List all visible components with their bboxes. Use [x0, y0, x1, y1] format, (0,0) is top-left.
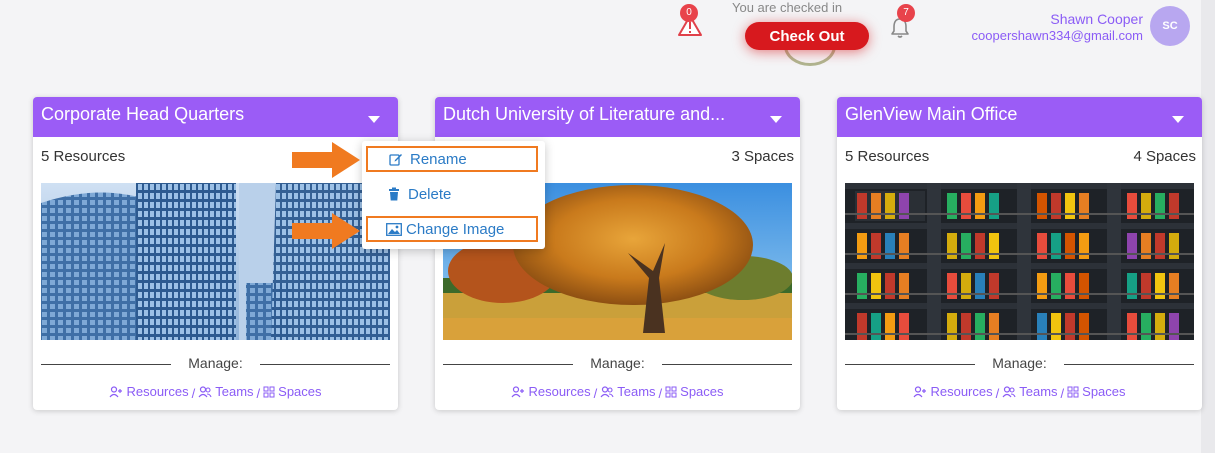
spaces-link-label: Spaces: [1082, 384, 1126, 399]
change-image-label: Change Image: [406, 220, 505, 238]
card-image: [845, 183, 1194, 340]
user-email: coopershawn334@gmail.com: [971, 28, 1143, 43]
manage-divider: Manage:: [443, 355, 792, 373]
resources-link-label: Resources: [930, 384, 993, 399]
spaces-count: 3 Spaces: [731, 148, 794, 165]
arrow-pointer-icon: [292, 213, 360, 249]
caret-down-icon[interactable]: [368, 116, 380, 123]
users-icon: [1002, 385, 1016, 397]
resources-link-label: Resources: [126, 384, 189, 399]
resources-link[interactable]: Resources: [109, 384, 189, 399]
trash-icon: [386, 186, 402, 202]
rename-label: Rename: [410, 150, 467, 168]
link-separator: /: [256, 385, 261, 401]
teams-link-label: Teams: [617, 384, 656, 399]
grid-icon: [263, 386, 275, 397]
card-title: Corporate Head Quarters: [41, 104, 245, 124]
spaces-link-label: Spaces: [278, 384, 322, 399]
manage-divider: Manage:: [845, 355, 1194, 373]
resources-link[interactable]: Resources: [511, 384, 591, 399]
arrow-pointer-icon: [292, 142, 360, 178]
user-name[interactable]: Shawn Cooper: [1050, 11, 1143, 27]
caret-down-icon[interactable]: [1172, 116, 1184, 123]
rename-menu-item[interactable]: Rename: [366, 146, 538, 172]
alerts-button[interactable]: 0: [677, 4, 703, 38]
manage-links: Resources / Teams / Spaces: [837, 384, 1202, 401]
spaces-link[interactable]: Spaces: [665, 384, 724, 399]
grid-icon: [1067, 386, 1079, 397]
spaces-link[interactable]: Spaces: [263, 384, 322, 399]
teams-link[interactable]: Teams: [198, 384, 254, 399]
link-separator: /: [191, 385, 196, 401]
colorful-building-doors-image: [845, 183, 1194, 340]
users-icon: [600, 385, 614, 397]
card-image: [41, 183, 390, 340]
image-icon: [386, 221, 402, 237]
delete-menu-item[interactable]: Delete: [366, 181, 538, 207]
location-card-3: GlenView Main Office 5 Resources 4 Space…: [837, 97, 1202, 410]
card-header: Dutch University of Literature and...: [435, 97, 800, 137]
link-separator: /: [593, 385, 598, 401]
caret-down-icon[interactable]: [770, 116, 782, 123]
resources-count: 5 Resources: [41, 148, 126, 165]
notifications-button[interactable]: 7: [888, 4, 915, 40]
manage-links: Resources / Teams / Spaces: [435, 384, 800, 401]
resources-count: 5 Resources: [845, 148, 930, 165]
spaces-link[interactable]: Spaces: [1067, 384, 1126, 399]
card-header: GlenView Main Office: [837, 97, 1202, 137]
spaces-link-label: Spaces: [680, 384, 724, 399]
user-plus-icon: [914, 385, 927, 397]
teams-link[interactable]: Teams: [600, 384, 656, 399]
link-separator: /: [995, 385, 1000, 401]
checkin-status: You are checked in: [732, 0, 843, 15]
card-header: Corporate Head Quarters: [33, 97, 398, 137]
resources-link[interactable]: Resources: [913, 384, 993, 399]
resources-link-label: Resources: [528, 384, 591, 399]
avatar[interactable]: SC: [1150, 6, 1190, 46]
change-image-menu-item[interactable]: Change Image: [366, 216, 538, 242]
manage-links: Resources / Teams / Spaces: [33, 384, 398, 401]
manage-label: Manage:: [590, 355, 645, 371]
grid-icon: [665, 386, 677, 397]
office-buildings-image: [41, 183, 390, 340]
link-separator: /: [658, 385, 663, 401]
manage-label: Manage:: [188, 355, 243, 371]
manage-label: Manage:: [992, 355, 1047, 371]
delete-label: Delete: [408, 185, 452, 203]
link-separator: /: [1060, 385, 1065, 401]
check-out-button[interactable]: Check Out: [745, 22, 869, 50]
user-plus-icon: [512, 385, 525, 397]
manage-divider: Manage:: [41, 355, 390, 373]
edit-icon: [388, 151, 404, 167]
page-scrollbar[interactable]: [1201, 0, 1215, 453]
teams-link[interactable]: Teams: [1002, 384, 1058, 399]
card-options-menu: Rename Delete Change Image: [362, 141, 545, 249]
card-title: GlenView Main Office: [845, 104, 1018, 124]
users-icon: [198, 385, 212, 397]
teams-link-label: Teams: [1019, 384, 1058, 399]
alerts-count-badge: 0: [680, 4, 698, 22]
user-plus-icon: [110, 385, 123, 397]
spaces-count: 4 Spaces: [1133, 148, 1196, 165]
teams-link-label: Teams: [215, 384, 254, 399]
card-stats: 5 Resources 4 Spaces: [845, 148, 1196, 168]
card-title: Dutch University of Literature and...: [443, 104, 726, 124]
notifications-count-badge: 7: [897, 4, 915, 22]
